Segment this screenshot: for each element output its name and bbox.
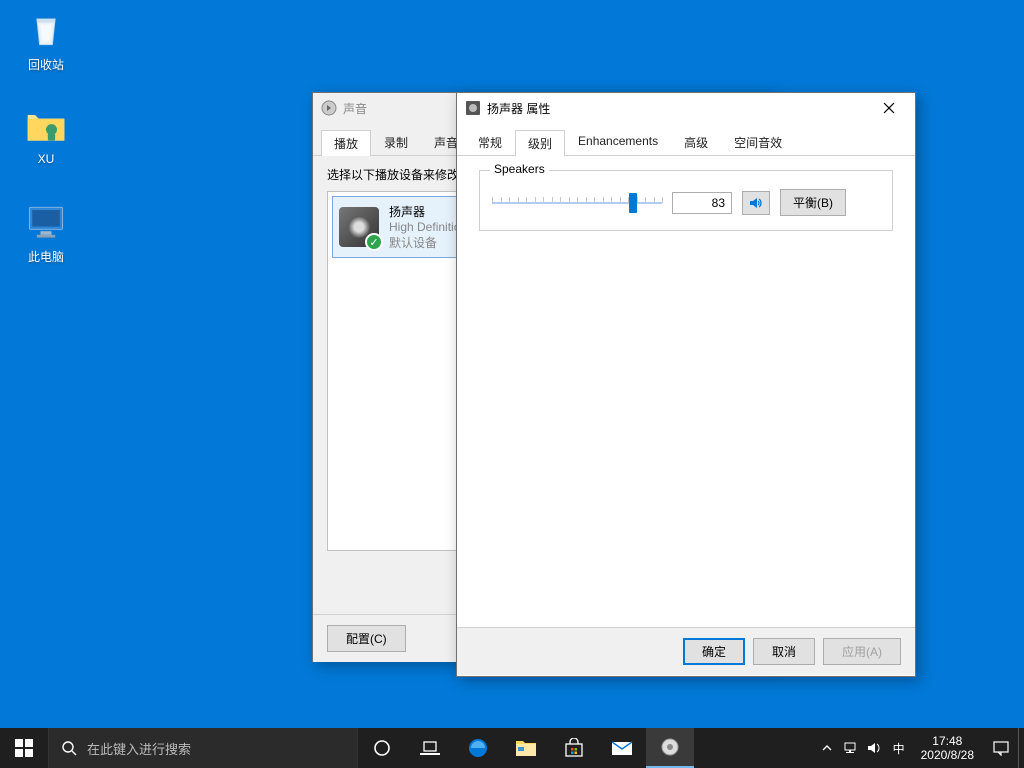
volume-slider[interactable] bbox=[492, 193, 662, 213]
chevron-up-icon bbox=[822, 744, 832, 752]
desktop-icon-recycle-bin[interactable]: 回收站 bbox=[8, 8, 84, 73]
volume-icon bbox=[867, 741, 883, 755]
prop-content: Speakers 平衡(B) bbox=[457, 156, 915, 627]
desktop-icon-label: XU bbox=[8, 152, 84, 166]
prop-window-title: 扬声器 属性 bbox=[487, 100, 869, 117]
desktop-icon-folder-xu[interactable]: XU bbox=[8, 104, 84, 166]
desktop-icon-label: 回收站 bbox=[8, 56, 84, 73]
slider-thumb[interactable] bbox=[629, 193, 637, 213]
tray-volume[interactable] bbox=[863, 728, 887, 768]
tray-network[interactable] bbox=[839, 728, 863, 768]
tab-levels[interactable]: 级别 bbox=[515, 130, 565, 156]
speaker-device-icon: ✓ bbox=[339, 207, 379, 247]
prop-tabs: 常规 级别 Enhancements 高级 空间音效 bbox=[457, 123, 915, 156]
recycle-bin-icon bbox=[24, 8, 68, 52]
tab-spatial[interactable]: 空间音效 bbox=[721, 129, 795, 155]
tray-notifications[interactable] bbox=[984, 728, 1018, 768]
close-icon bbox=[883, 102, 895, 114]
sound-settings-icon bbox=[661, 738, 679, 756]
cancel-button[interactable]: 取消 bbox=[753, 638, 815, 665]
taskbar-app-explorer[interactable] bbox=[502, 728, 550, 768]
taskbar-time: 17:48 bbox=[921, 734, 974, 748]
tab-enhancements[interactable]: Enhancements bbox=[565, 129, 671, 155]
groupbox-legend: Speakers bbox=[490, 162, 549, 176]
desktop: 回收站 XU 此电脑 声音 播放 录制 声音 选择以下播放设备来修改设置: bbox=[0, 0, 1024, 768]
taskbar-date: 2020/8/28 bbox=[921, 748, 974, 762]
desktop-icon-label: 此电脑 bbox=[8, 248, 84, 265]
system-tray: 中 17:48 2020/8/28 bbox=[815, 728, 1024, 768]
file-explorer-icon bbox=[515, 738, 537, 758]
tray-ime[interactable]: 中 bbox=[887, 728, 911, 768]
cortana-button[interactable] bbox=[358, 728, 406, 768]
tab-advanced[interactable]: 高级 bbox=[671, 129, 721, 155]
speakers-groupbox: Speakers 平衡(B) bbox=[479, 170, 893, 231]
close-button[interactable] bbox=[869, 95, 909, 121]
desktop-icon-this-pc[interactable]: 此电脑 bbox=[8, 200, 84, 265]
taskbar-search[interactable]: 在此键入进行搜索 bbox=[48, 728, 358, 768]
mail-icon bbox=[611, 739, 633, 757]
search-icon bbox=[61, 740, 77, 756]
speaker-app-icon bbox=[465, 100, 481, 116]
taskbar-app-sound[interactable] bbox=[646, 728, 694, 768]
mute-toggle-button[interactable] bbox=[742, 191, 770, 215]
taskbar-clock[interactable]: 17:48 2020/8/28 bbox=[911, 734, 984, 762]
task-view-button[interactable] bbox=[406, 728, 454, 768]
notification-icon bbox=[993, 740, 1009, 756]
balance-button[interactable]: 平衡(B) bbox=[780, 189, 846, 216]
network-icon bbox=[843, 741, 859, 755]
ok-button[interactable]: 确定 bbox=[683, 638, 745, 665]
show-desktop-button[interactable] bbox=[1018, 728, 1024, 768]
search-placeholder: 在此键入进行搜索 bbox=[87, 739, 191, 758]
pc-icon bbox=[24, 200, 68, 244]
speaker-properties-window: 扬声器 属性 常规 级别 Enhancements 高级 空间音效 Speake… bbox=[456, 92, 916, 677]
default-check-icon: ✓ bbox=[365, 233, 383, 251]
prop-titlebar[interactable]: 扬声器 属性 bbox=[457, 93, 915, 123]
speaker-sound-icon bbox=[748, 195, 764, 211]
tray-chevron-up[interactable] bbox=[815, 728, 839, 768]
taskbar-app-mail[interactable] bbox=[598, 728, 646, 768]
start-button[interactable] bbox=[0, 728, 48, 768]
tab-general[interactable]: 常规 bbox=[465, 129, 515, 155]
prop-bottom-bar: 确定 取消 应用(A) bbox=[457, 627, 915, 675]
volume-value-input[interactable] bbox=[672, 192, 732, 214]
apply-button[interactable]: 应用(A) bbox=[823, 638, 901, 665]
configure-button[interactable]: 配置(C) bbox=[327, 625, 406, 652]
taskbar: 在此键入进行搜索 bbox=[0, 728, 1024, 768]
tab-playback[interactable]: 播放 bbox=[321, 130, 371, 156]
cortana-icon bbox=[373, 739, 391, 757]
windows-logo-icon bbox=[15, 739, 33, 757]
task-view-icon bbox=[420, 740, 440, 756]
sound-app-icon bbox=[321, 100, 337, 116]
store-icon bbox=[564, 738, 584, 758]
taskbar-app-edge[interactable] bbox=[454, 728, 502, 768]
edge-icon bbox=[467, 737, 489, 759]
taskbar-app-store[interactable] bbox=[550, 728, 598, 768]
tab-recording[interactable]: 录制 bbox=[371, 129, 421, 155]
folder-icon bbox=[24, 104, 68, 148]
